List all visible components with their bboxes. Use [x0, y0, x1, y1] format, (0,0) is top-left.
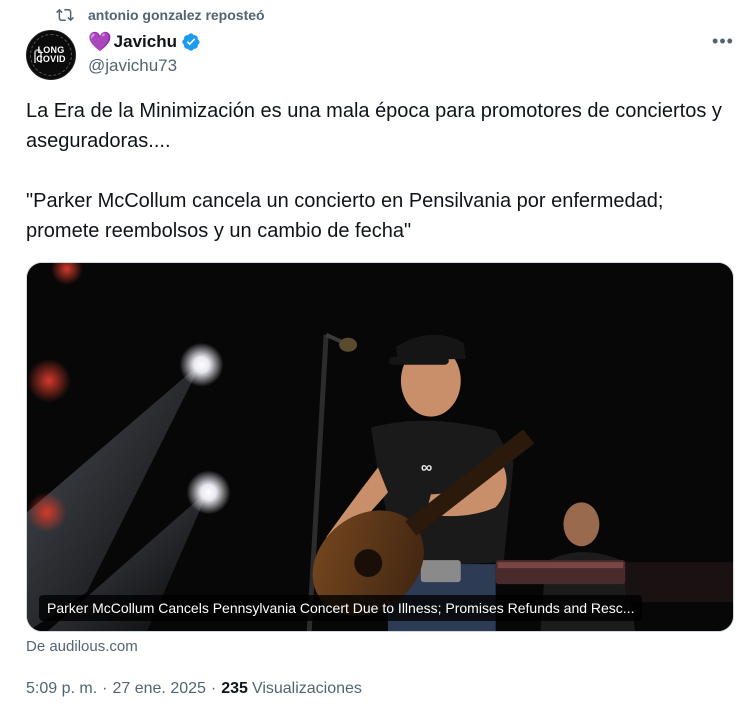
views-count[interactable]: 235 — [221, 680, 248, 698]
author-name-row[interactable]: 💜 Javichu — [88, 30, 201, 54]
meta-separator: · — [102, 680, 108, 697]
tweet-date[interactable]: 27 ene. 2025 — [112, 680, 205, 698]
repost-text[interactable]: antonio gonzalez reposteó — [88, 7, 265, 23]
svg-text:∞: ∞ — [421, 459, 432, 476]
link-card-caption[interactable]: Parker McCollum Cancels Pennsylvania Con… — [39, 595, 643, 621]
meta-separator: · — [210, 680, 217, 697]
link-card[interactable]: ∞ Parker McCollum Cancels Pennsylvania C… — [26, 262, 734, 632]
tweet-text: La Era de la Minimización es una mala ép… — [26, 96, 726, 246]
repost-context[interactable]: antonio gonzalez reposteó — [56, 4, 265, 26]
concert-photo: ∞ — [27, 263, 733, 631]
verified-badge-icon — [182, 33, 200, 51]
author-display-name[interactable]: Javichu — [114, 32, 177, 52]
author-handle[interactable]: @javichu73 — [88, 56, 177, 76]
tweet-paragraph-2: "Parker McCollum cancela un concierto en… — [26, 190, 664, 242]
tweet-paragraph-1: La Era de la Minimización es una mala ép… — [26, 100, 722, 152]
avatar[interactable]: LONG COVID — [26, 30, 76, 80]
repost-icon — [56, 8, 74, 22]
views-label: Visualizaciones — [251, 680, 362, 697]
purple-heart-emoji: 💜 — [88, 31, 112, 53]
more-options-icon[interactable]: ••• — [710, 30, 736, 52]
tweet-metadata: 5:09 p. m. · 27 ene. 2025 · 235 Visualiz… — [26, 680, 362, 698]
link-source[interactable]: De audilous.com — [26, 638, 138, 655]
tweet-time[interactable]: 5:09 p. m. — [26, 680, 97, 698]
avatar-text-line-2: COVID — [36, 54, 66, 64]
